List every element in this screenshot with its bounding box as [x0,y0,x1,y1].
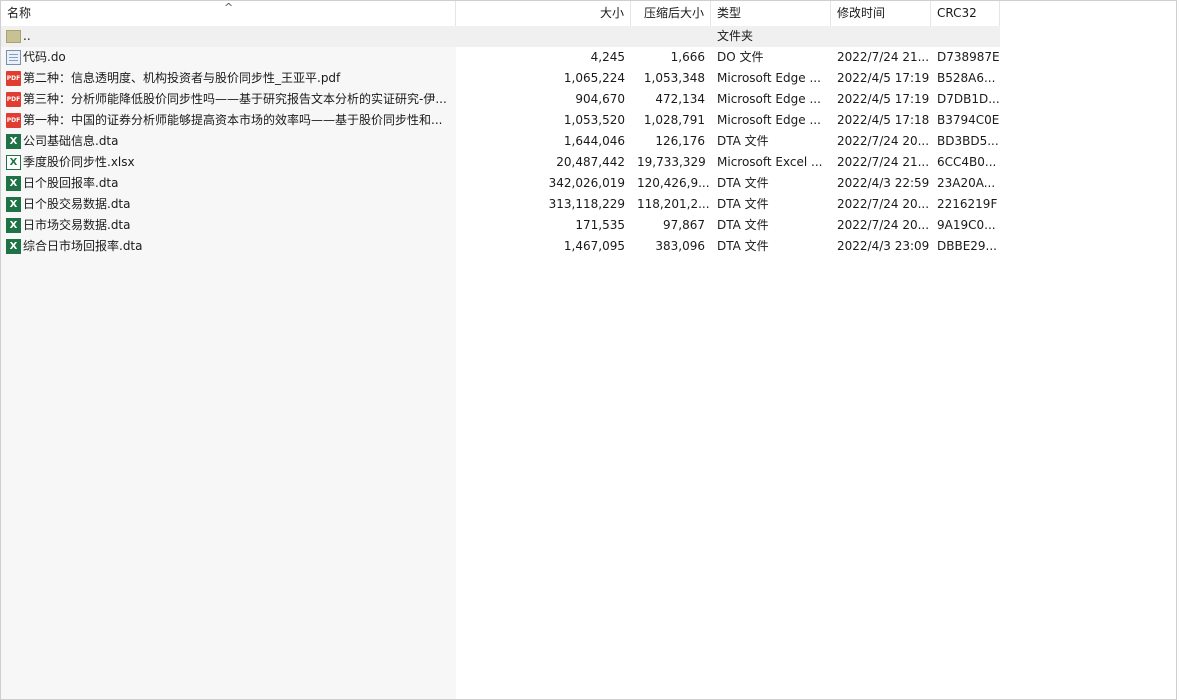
file-type: DTA 文件 [717,197,769,211]
file-size [456,26,631,47]
file-compressed-size: 1,028,791 [643,113,705,127]
file-name: 第一种：中国的证券分析师能够提高资本市场的效率吗——基于股价同步性和... [23,113,443,127]
column-header-type[interactable]: 类型 [711,1,831,26]
parent-folder-row[interactable]: .. 文件夹 [1,26,1000,47]
file-type: Microsoft Edge ... [717,92,821,106]
file-modified: 2022/4/3 23:09 [837,239,930,253]
file-crc32: D7DB1D... [937,92,1000,106]
column-header-crc32[interactable]: CRC32 [931,1,1000,26]
file-size: 1,467,095 [563,239,625,253]
file-name: 代码.do [23,50,66,64]
file-crc32: BD3BD5... [937,134,999,148]
file-modified: 2022/7/24 20... [837,134,930,148]
file-name: 日个股回报率.dta [23,176,119,190]
file-compressed-size: 120,426,9... [637,176,710,190]
column-header-compressed-size[interactable]: 压缩后大小 [631,1,711,26]
file-modified: 2022/7/24 20... [837,218,930,232]
file-crc32: 9A19C0... [937,218,996,232]
file-crc32: B528A6... [937,71,996,85]
file-name: .. [23,29,31,43]
file-modified: 2022/7/24 20... [837,197,930,211]
column-header-name-label: 名称 [7,6,32,20]
file-row[interactable]: X 综合日市场回报率.dta 1,467,095 383,096 DTA 文件 2022/… [1,236,1000,257]
sort-ascending-icon: ^ [224,1,234,14]
column-header-modified[interactable]: 修改时间 [831,1,931,26]
file-type: Microsoft Edge ... [717,113,821,127]
file-row[interactable]: X 日个股交易数据.dta 313,118,229 118,201,2... DTA 文… [1,194,1000,215]
file-modified: 2022/7/24 21... [837,155,930,169]
file-type: DTA 文件 [717,176,769,190]
file-compressed-size: 1,666 [670,50,705,64]
file-type: DO 文件 [717,50,764,64]
file-row[interactable]: PDF 第三种：分析师能降低股价同步性吗——基于研究报告文本分析的实证研究-伊..… [1,89,1000,110]
file-size: 1,065,224 [563,71,625,85]
file-name: 日市场交易数据.dta [23,218,131,232]
file-modified: 2022/4/5 17:19 [837,71,930,85]
file-name: 季度股价同步性.xlsx [23,155,135,169]
file-type: DTA 文件 [717,218,769,232]
file-type: 文件夹 [717,29,754,43]
file-row[interactable]: PDF 第一种：中国的证券分析师能够提高资本市场的效率吗——基于股价同步性和...… [1,110,1000,131]
file-compressed-size [631,26,711,47]
file-crc32: 6CC4B0... [937,155,997,169]
file-size: 1,644,046 [563,134,625,148]
file-compressed-size: 118,201,2... [637,197,710,211]
file-modified: 2022/4/5 17:19 [837,92,930,106]
file-type: Microsoft Excel ... [717,155,823,169]
file-row[interactable]: X 日个股回报率.dta 342,026,019 120,426,9... DTA 文件… [1,173,1000,194]
file-size: 171,535 [575,218,625,232]
column-header: 名称 ^ 大小 压缩后大小 类型 修改时间 CRC32 [1,1,1000,26]
file-compressed-size: 472,134 [655,92,705,106]
file-modified: 2022/7/24 21... [837,50,930,64]
file-size: 1,053,520 [563,113,625,127]
file-name: 日个股交易数据.dta [23,197,131,211]
file-modified: 2022/4/5 17:18 [837,113,930,127]
file-name: 第三种：分析师能降低股价同步性吗——基于研究报告文本分析的实证研究-伊... [23,92,447,106]
file-size: 4,245 [590,50,625,64]
file-row[interactable]: PDF 第二种：信息透明度、机构投资者与股价同步性_王亚平.pdf 1,065,22… [1,68,1000,89]
file-row[interactable]: X 季度股价同步性.xlsx 20,487,442 19,733,329 Microso… [1,152,1000,173]
file-compressed-size: 19,733,329 [637,155,706,169]
column-header-size[interactable]: 大小 [456,1,631,26]
file-compressed-size: 383,096 [655,239,705,253]
file-compressed-size: 1,053,348 [643,71,705,85]
file-name: 综合日市场回报率.dta [23,239,143,253]
file-size: 342,026,019 [548,176,625,190]
file-crc32 [931,26,1000,47]
file-type: DTA 文件 [717,134,769,148]
file-crc32: DBBE29... [937,239,997,253]
file-crc32: B3794C0E [937,113,1000,127]
file-row[interactable]: 代码.do 4,245 1,666 DO 文件 2022/7/24 21... D7389… [1,47,1000,68]
column-header-name[interactable]: 名称 ^ [1,1,456,26]
file-row[interactable]: X 日市场交易数据.dta 171,535 97,867 DTA 文件 2022/7/24… [1,215,1000,236]
file-compressed-size: 126,176 [655,134,705,148]
file-size: 20,487,442 [556,155,625,169]
file-row[interactable]: X 公司基础信息.dta 1,644,046 126,176 DTA 文件 2022/7/… [1,131,1000,152]
file-crc32: D738987E [937,50,1000,64]
file-modified [831,26,931,47]
file-size: 313,118,229 [548,197,625,211]
file-compressed-size: 97,867 [663,218,705,232]
file-type: Microsoft Edge ... [717,71,821,85]
file-modified: 2022/4/3 22:59 [837,176,930,190]
file-name: 公司基础信息.dta [23,134,119,148]
file-crc32: 2216219F [937,197,998,211]
file-size: 904,670 [575,92,625,106]
file-name: 第二种：信息透明度、机构投资者与股价同步性_王亚平.pdf [23,71,341,85]
file-type: DTA 文件 [717,239,769,253]
file-crc32: 23A20A... [937,176,996,190]
